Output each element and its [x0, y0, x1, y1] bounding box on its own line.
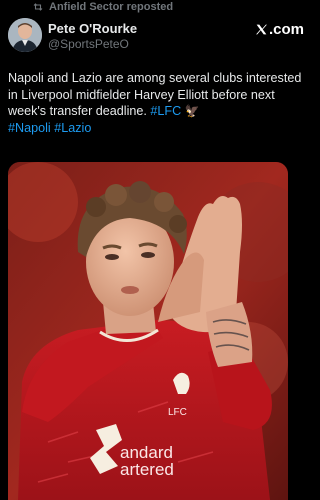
tweet-header: Pete O'Rourke @SportsPeteO .com	[8, 18, 304, 54]
hashtag-napoli[interactable]: #Napoli	[8, 121, 51, 135]
player-photo[interactable]: LFC andard artered	[8, 162, 288, 500]
sponsor-line-1: andard	[120, 443, 173, 462]
author-name[interactable]: Pete O'Rourke	[48, 21, 137, 36]
hashtag-lazio[interactable]: #Lazio	[54, 121, 91, 135]
crest-text: LFC	[168, 407, 187, 418]
liverbird-emoji: 🦅	[184, 104, 200, 118]
x-logo-icon	[256, 24, 267, 35]
avatar[interactable]	[8, 18, 42, 52]
repost-label: Anfield Sector reposted	[49, 1, 174, 13]
repost-icon	[33, 3, 43, 11]
brand-label: .com	[268, 21, 304, 38]
repost-header[interactable]: Anfield Sector reposted	[32, 0, 173, 14]
x-com-link[interactable]: .com	[255, 21, 304, 38]
author-handle[interactable]: @SportsPeteO	[48, 37, 129, 51]
sponsor-line-2: artered	[120, 460, 174, 479]
tweet-text: Napoli and Lazio are among several clubs…	[8, 70, 308, 136]
hashtag-lfc[interactable]: #LFC	[150, 104, 181, 118]
